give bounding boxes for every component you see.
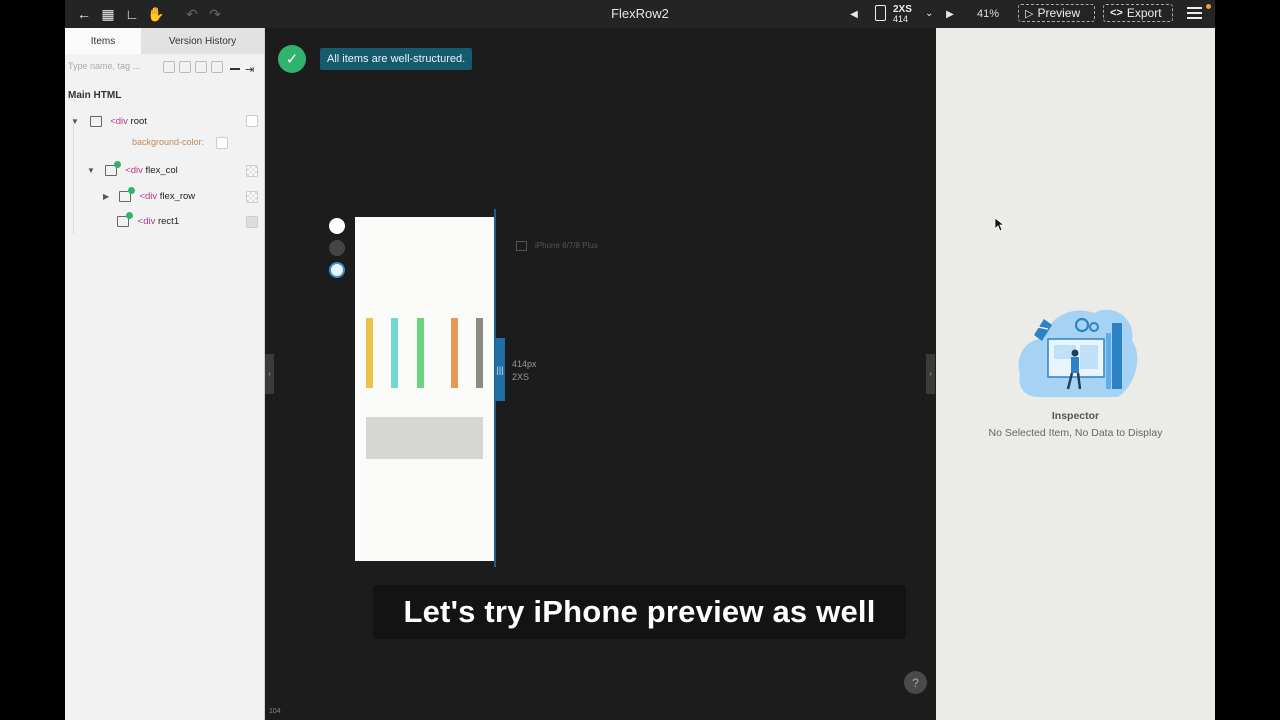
bg-color-swatch[interactable] bbox=[216, 137, 228, 149]
rotate-handle-icon[interactable] bbox=[329, 262, 345, 278]
mouse-cursor-icon bbox=[995, 218, 1005, 232]
items-panel: Items Version History Type name, tag ...… bbox=[65, 28, 265, 720]
dark-dot-handle[interactable] bbox=[329, 240, 345, 256]
caret-down-icon[interactable]: ▼ bbox=[87, 166, 95, 175]
flex-row-bar-3[interactable] bbox=[417, 318, 424, 388]
image-filter-icon[interactable] bbox=[211, 61, 223, 73]
panel-tabs: Items Version History bbox=[65, 28, 264, 54]
node-name: flex_row bbox=[159, 191, 196, 203]
flex-row-bar-1[interactable] bbox=[366, 318, 373, 388]
structure-toast: ✓ All items are well-structured. bbox=[278, 45, 473, 73]
node-name: root bbox=[130, 116, 147, 128]
code-icon: <> bbox=[1110, 7, 1123, 19]
tag-label: <div bbox=[110, 116, 128, 128]
node-name: flex_col bbox=[145, 165, 178, 177]
notification-dot bbox=[1206, 4, 1211, 9]
phone-preview-frame[interactable] bbox=[355, 217, 495, 561]
preview-button[interactable]: ▷ Preview bbox=[1018, 4, 1095, 22]
check-circle-icon: ✓ bbox=[278, 45, 306, 73]
device-name: iPhone 6/7/8 Plus bbox=[535, 241, 598, 251]
root-color-swatch[interactable] bbox=[246, 115, 258, 127]
inspector-panel: Inspector No Selected Item, No Data to D… bbox=[936, 28, 1215, 720]
export-button[interactable]: <> Export bbox=[1103, 4, 1173, 22]
device-selector[interactable]: 2XS 414 ⌄ bbox=[875, 4, 933, 24]
top-toolbar: ← ▦ ∟ ✋ ↶ ↷ FlexRow2 ◀ 2XS 414 ⌄ ▶ 41% ▷… bbox=[65, 0, 1215, 29]
preview-label: Preview bbox=[1037, 6, 1081, 20]
flex-row-swatch[interactable] bbox=[246, 191, 258, 203]
tree-node-rect1[interactable]: <div rect1 bbox=[117, 212, 180, 228]
hidden-filter-icon[interactable] bbox=[179, 61, 191, 73]
tree-node-flex-col[interactable]: ▼ <div flex_col bbox=[87, 161, 178, 177]
next-device-icon[interactable]: ▶ bbox=[941, 5, 959, 23]
rect-icon bbox=[117, 212, 133, 227]
flex-row-bar-4[interactable] bbox=[451, 318, 458, 388]
check-badge-icon bbox=[127, 187, 135, 194]
tree-guide bbox=[73, 116, 74, 234]
indent-icon[interactable]: ⇥ bbox=[245, 63, 254, 76]
filter-tools bbox=[163, 61, 223, 73]
property-label: background-color: bbox=[132, 137, 205, 147]
flex-row-bar-5[interactable] bbox=[476, 318, 483, 388]
div-icon bbox=[89, 116, 102, 127]
collapse-right-panel[interactable]: › bbox=[926, 354, 935, 394]
tab-items[interactable]: Items bbox=[65, 28, 141, 54]
tag-label: <div bbox=[125, 165, 143, 177]
zoom-level[interactable]: 41% bbox=[977, 8, 999, 20]
rect1-swatch[interactable] bbox=[246, 216, 258, 228]
lock-filter-icon[interactable] bbox=[163, 61, 175, 73]
white-dot-handle[interactable] bbox=[329, 218, 345, 234]
rect1-block[interactable] bbox=[366, 417, 483, 459]
video-caption: Let's try iPhone preview as well bbox=[373, 585, 906, 639]
section-title: Main HTML bbox=[68, 90, 122, 101]
resize-handle[interactable]: ||| bbox=[495, 338, 505, 401]
inspector-title: Inspector bbox=[1051, 410, 1100, 422]
inspector-illustration-icon bbox=[1018, 309, 1138, 397]
caret-down-icon[interactable]: ▼ bbox=[71, 117, 79, 126]
frame-size-label: 414px 2XS bbox=[512, 358, 537, 384]
node-name: rect1 bbox=[157, 216, 180, 228]
flex-row-icon bbox=[118, 187, 135, 202]
tag-label: <div bbox=[139, 191, 158, 203]
tag-label: <div bbox=[137, 216, 156, 228]
device-width: 414 bbox=[893, 14, 909, 24]
hamburger-menu-icon[interactable] bbox=[1187, 7, 1202, 22]
code-filter-icon[interactable] bbox=[195, 61, 207, 73]
caret-right-icon[interactable]: ▶ bbox=[103, 192, 109, 201]
canvas-footer-number: 104 bbox=[269, 708, 281, 715]
collapse-all-icon[interactable] bbox=[230, 68, 240, 70]
check-badge-icon bbox=[126, 212, 133, 219]
prev-device-icon[interactable]: ◀ bbox=[845, 5, 863, 23]
frame-size-px: 414px bbox=[512, 359, 537, 369]
check-badge-icon bbox=[113, 161, 121, 168]
tree-node-root[interactable]: ▼ <div root bbox=[71, 116, 147, 127]
flex-row-bar-2[interactable] bbox=[391, 318, 398, 388]
chevron-down-icon: ⌄ bbox=[925, 8, 934, 19]
phone-icon bbox=[875, 5, 886, 21]
flex-col-icon bbox=[104, 161, 121, 176]
frame-handles bbox=[329, 218, 345, 284]
collapse-left-panel[interactable]: ‹ bbox=[265, 354, 274, 394]
device-ghost-label: iPhone 6/7/8 Plus bbox=[516, 241, 598, 251]
tab-version-history[interactable]: Version History bbox=[141, 28, 264, 54]
play-icon: ▷ bbox=[1025, 7, 1034, 20]
toast-message: All items are well-structured. bbox=[320, 48, 473, 70]
help-icon[interactable]: ? bbox=[904, 671, 927, 694]
export-label: Export bbox=[1126, 6, 1162, 20]
tree-node-flex-row[interactable]: ▶ <div flex_row bbox=[103, 187, 196, 203]
inspector-empty-message: No Selected Item, No Data to Display bbox=[988, 427, 1163, 439]
frame-size-name: 2XS bbox=[512, 372, 530, 382]
flex-col-swatch[interactable] bbox=[246, 165, 258, 177]
device-ghost-icon bbox=[516, 241, 527, 251]
